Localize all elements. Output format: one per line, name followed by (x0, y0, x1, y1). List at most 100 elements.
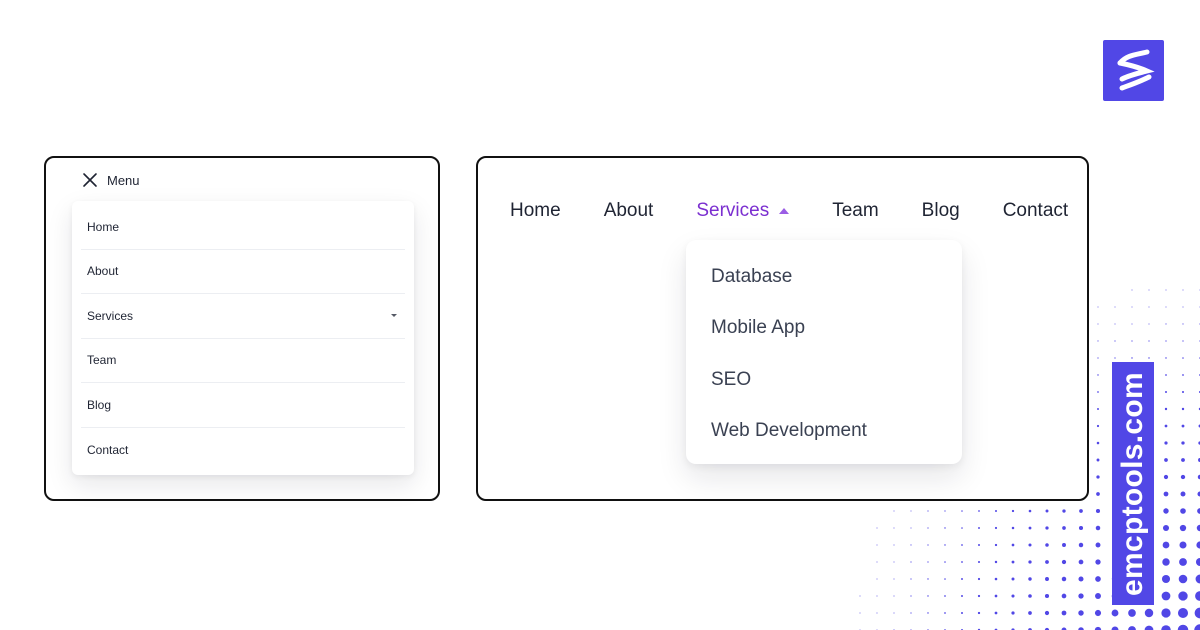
halftone-dot (1165, 323, 1167, 325)
nav-item-contact[interactable]: Contact (1003, 200, 1068, 222)
halftone-dot (961, 561, 963, 563)
halftone-dot (994, 560, 998, 564)
halftone-dot (1148, 306, 1150, 308)
halftone-dot (1096, 458, 1100, 462)
halftone-dot (1045, 577, 1049, 581)
halftone-dot (927, 510, 929, 512)
dropdown-item-database[interactable]: Database (686, 258, 962, 310)
dropdown-item-web-development[interactable]: Web Development (686, 413, 962, 465)
dropdown-item-seo[interactable]: SEO (686, 361, 962, 413)
halftone-dot (1179, 558, 1187, 566)
halftone-dot (893, 561, 895, 563)
halftone-dot (876, 561, 878, 563)
halftone-dot (1095, 576, 1101, 582)
stacked-waves-logo-icon (1117, 49, 1155, 91)
halftone-dot (1164, 441, 1168, 445)
chevron-up-icon (779, 207, 790, 214)
halftone-dot (944, 595, 946, 597)
mobile-menu-item-about[interactable]: About (81, 250, 405, 294)
halftone-dot (1195, 574, 1200, 584)
halftone-dot (1061, 593, 1067, 599)
halftone-dot (1177, 624, 1189, 630)
nav-item-team[interactable]: Team (832, 200, 878, 222)
mobile-menu-item-services[interactable]: Services (81, 294, 405, 339)
nav-item-about[interactable]: About (604, 200, 654, 222)
halftone-dot (1097, 340, 1099, 342)
halftone-dot (1111, 609, 1119, 617)
halftone-dot (1111, 626, 1119, 630)
halftone-dot (1062, 526, 1066, 530)
menu-toggle-button[interactable]: Menu (82, 170, 140, 190)
halftone-dot (1078, 610, 1084, 616)
halftone-dot (1180, 508, 1186, 514)
mobile-menu-item-home[interactable]: Home (81, 205, 405, 250)
halftone-dot (1161, 608, 1171, 618)
halftone-dot (876, 612, 878, 614)
halftone-dot (1131, 340, 1133, 342)
halftone-dot (1096, 424, 1100, 428)
mobile-menu-item-blog[interactable]: Blog (81, 383, 405, 428)
halftone-dot (977, 577, 981, 581)
halftone-dot (1097, 323, 1099, 325)
halftone-dot (961, 510, 963, 512)
halftone-dot (1114, 357, 1116, 359)
halftone-dot (910, 561, 912, 563)
halftone-dot (893, 595, 895, 597)
halftone-dot (1095, 542, 1101, 548)
nav-item-home[interactable]: Home (510, 200, 561, 222)
mobile-menu-item-team[interactable]: Team (81, 339, 405, 383)
halftone-dot (1182, 323, 1184, 325)
halftone-dot (1179, 524, 1187, 532)
halftone-dot (1162, 558, 1170, 566)
halftone-dot (927, 595, 929, 597)
halftone-dot (1180, 474, 1186, 480)
halftone-dot (1078, 559, 1084, 565)
halftone-dot (876, 527, 878, 529)
mobile-menu-item-contact[interactable]: Contact (81, 428, 405, 473)
services-dropdown: Database Mobile App SEO Web Development (686, 240, 962, 464)
halftone-dot (1011, 543, 1015, 547)
halftone-dot (1011, 577, 1015, 581)
halftone-dot (1097, 374, 1099, 376)
halftone-dot (927, 561, 929, 563)
halftone-dot (1128, 626, 1136, 630)
halftone-dot (1044, 593, 1050, 599)
mobile-menu-item-label: Home (87, 219, 120, 234)
halftone-dot (1181, 407, 1185, 411)
halftone-dot (1045, 543, 1049, 547)
halftone-dot (1182, 306, 1184, 308)
halftone-dot (1061, 576, 1067, 582)
halftone-dot (1181, 458, 1185, 462)
halftone-dot (1178, 574, 1188, 584)
chevron-down-icon[interactable] (391, 314, 397, 318)
halftone-dot (977, 611, 981, 615)
halftone-dot (1097, 306, 1099, 308)
halftone-dot (1177, 607, 1189, 619)
halftone-dot (876, 595, 878, 597)
halftone-dot (1131, 289, 1133, 291)
halftone-dot (893, 544, 895, 546)
halftone-dot (1097, 357, 1099, 359)
halftone-dot (1011, 611, 1015, 615)
halftone-dot (1164, 424, 1168, 428)
halftone-dot (1045, 560, 1049, 564)
halftone-dot (994, 611, 998, 615)
halftone-dot (995, 510, 997, 512)
halftone-dot (1028, 526, 1032, 530)
halftone-dot (1148, 340, 1150, 342)
halftone-dot (1162, 524, 1170, 532)
halftone-dot (1096, 475, 1100, 479)
halftone-dot (1096, 492, 1100, 496)
halftone-dot (944, 578, 946, 580)
dropdown-item-mobile-app[interactable]: Mobile App (686, 310, 962, 362)
halftone-dot (1165, 357, 1167, 359)
halftone-dot (1131, 306, 1133, 308)
halftone-dot (977, 594, 981, 598)
halftone-dot (1011, 509, 1015, 513)
halftone-dot (1148, 323, 1150, 325)
halftone-dot (1181, 441, 1185, 445)
nav-item-services[interactable]: Services (696, 200, 790, 222)
mobile-menu-list: Home About Services Team Blog Contact (72, 201, 414, 475)
nav-item-blog[interactable]: Blog (922, 200, 960, 222)
halftone-dot (1165, 374, 1167, 376)
